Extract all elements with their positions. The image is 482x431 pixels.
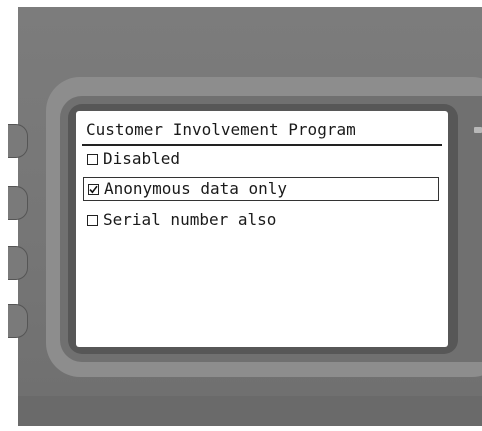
option-serial-number-also[interactable]: Serial number also: [83, 208, 439, 232]
option-disabled[interactable]: Disabled: [83, 147, 439, 171]
option-label: Disabled: [103, 149, 181, 168]
soft-key-3[interactable]: [8, 246, 28, 280]
printer-front-panel: Customer Involvement Program Disabled An…: [0, 0, 482, 431]
option-anonymous-data-only[interactable]: Anonymous data only: [83, 177, 439, 201]
panel-housing-bottom: [18, 396, 482, 426]
soft-key-1[interactable]: [8, 124, 28, 158]
soft-key-2[interactable]: [8, 186, 28, 220]
title-divider: [82, 144, 442, 146]
soft-key-4[interactable]: [8, 304, 28, 338]
status-led-indicator: [474, 127, 482, 133]
option-label: Serial number also: [103, 210, 277, 229]
checkbox-unchecked-icon[interactable]: [87, 214, 98, 226]
checkmark-icon: [89, 185, 98, 193]
screen-title: Customer Involvement Program: [86, 120, 356, 139]
checkbox-unchecked-icon[interactable]: [87, 153, 98, 165]
checkbox-checked-icon[interactable]: [88, 183, 99, 195]
option-label: Anonymous data only: [104, 179, 288, 198]
lcd-screen: Customer Involvement Program Disabled An…: [76, 111, 448, 347]
